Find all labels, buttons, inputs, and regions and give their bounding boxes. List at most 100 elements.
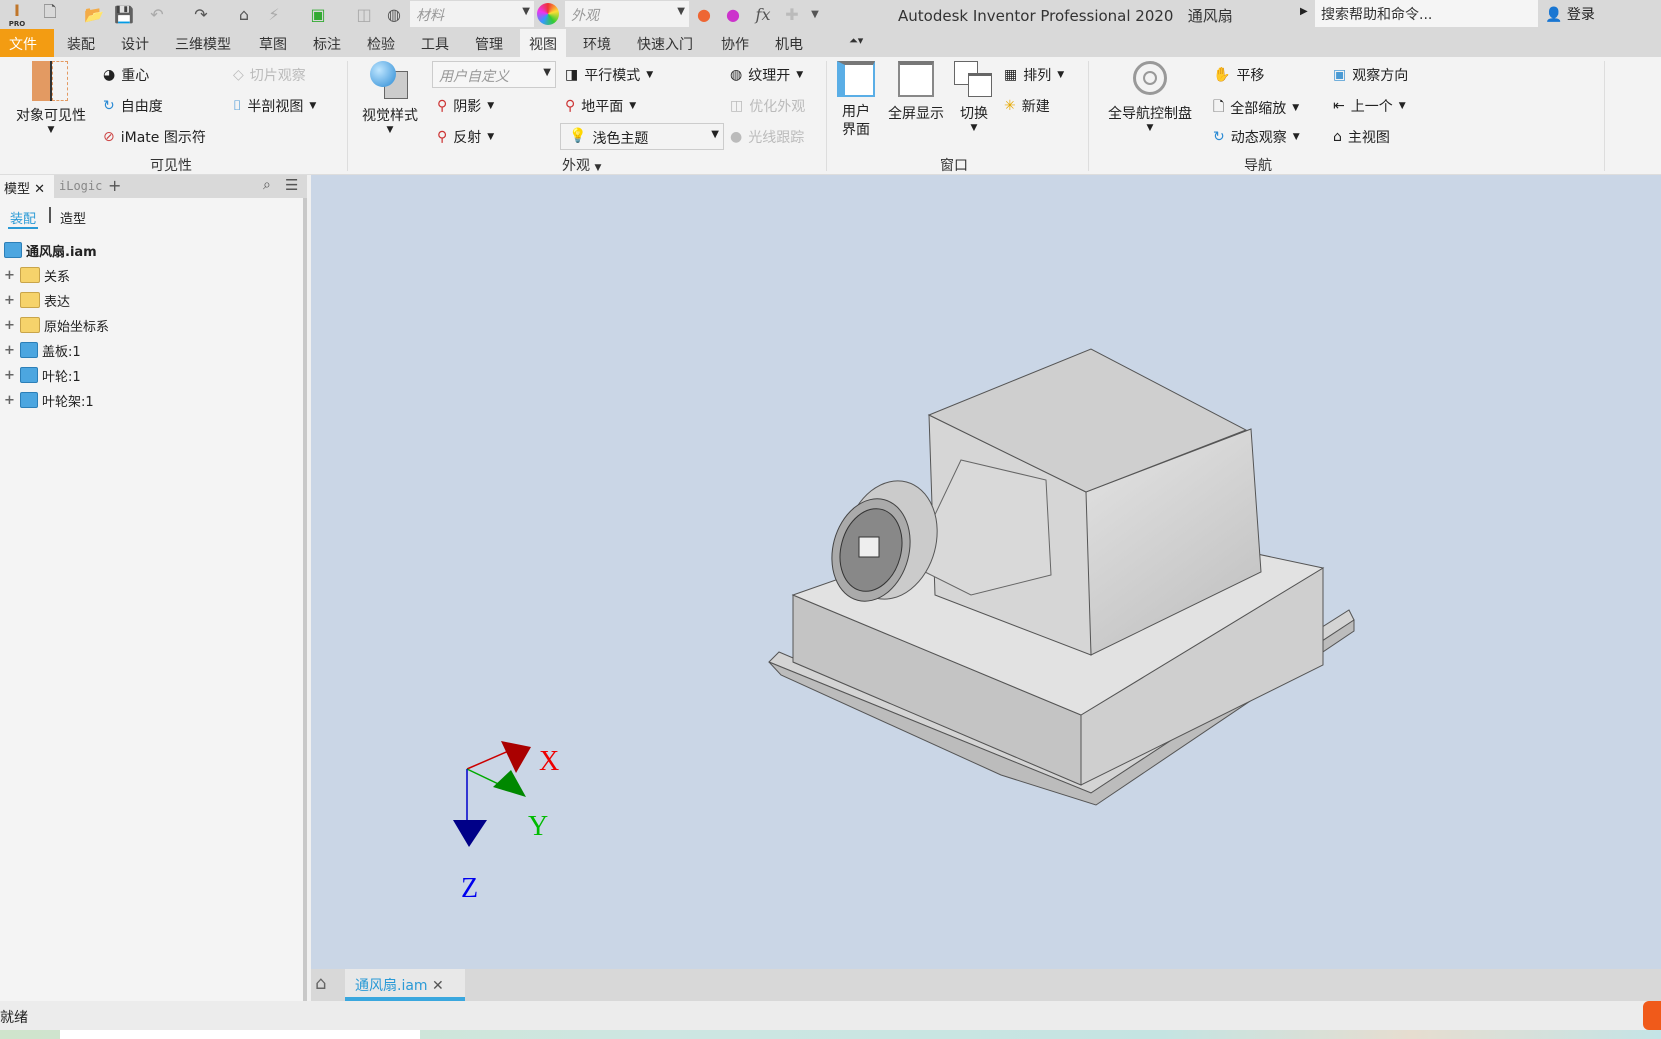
material-select[interactable]: 材料 ▼ [410,1,534,27]
panel-display-icon[interactable]: ⏶▾ [840,29,872,57]
tab-tools[interactable]: 工具 [412,29,458,57]
inventor-logo[interactable]: I PRO [6,1,28,28]
tab-inspect[interactable]: 检验 [358,29,404,57]
graphics-viewport[interactable]: X Y Z [311,175,1661,969]
tab-get-started[interactable]: 快速入门 [628,29,702,57]
tree-item[interactable]: + 叶轮架:1 [4,389,94,411]
group-navigate-label: 导航 [1244,158,1272,174]
tab-annotate[interactable]: 标注 [304,29,350,57]
full-navigation-wheel-button[interactable]: 全导航控制盘 ▼ [1100,61,1200,133]
new-window-button[interactable]: ✳ 新建 [1004,96,1050,116]
help-search-input[interactable]: 搜索帮助和命令... [1315,0,1538,27]
previous-view-button[interactable]: ⇤ 上一个 ▼ [1333,96,1406,116]
mode-assembly[interactable]: 装配 [8,208,39,229]
search-icon[interactable]: ⌕ [263,177,271,193]
tab-model[interactable]: 模型 ✕ [0,175,54,198]
home-tab-icon[interactable]: ⌂ [315,973,326,994]
save-icon[interactable]: 💾 [112,3,136,25]
tab-electromechanical[interactable]: 机电 [766,29,812,57]
tree-item[interactable]: + 叶轮:1 [4,364,81,386]
appearance-select[interactable]: 外观 ▼ [565,1,689,27]
z-axis-cone [453,820,487,847]
expand-icon[interactable]: + [4,268,16,283]
x-axis-cone [501,741,531,773]
fan-model[interactable]: X Y Z [311,175,1661,969]
slice-graphics-button[interactable]: ◇ 切片观察 [233,65,306,85]
theme-select[interactable]: 💡 浅色主题 ▼ [560,123,724,150]
ground-plane-button[interactable]: ⚲ 地平面 ▼ [565,96,636,116]
home-icon[interactable]: ⌂ [232,3,256,25]
fullscreen-button[interactable]: 全屏显示 [884,61,948,123]
browser-header: 模型 ✕ iLogic + ⌕ ☰ [0,175,307,198]
tree-item[interactable]: + 盖板:1 [4,339,81,361]
update-icon[interactable]: ⚡ [262,3,286,25]
new-icon[interactable]: 🗋 [38,2,62,25]
taskbar-window[interactable] [60,1030,420,1039]
add-tab-icon[interactable]: + [108,176,121,195]
folder-icon [20,267,40,283]
close-icon[interactable]: ✕ [432,978,444,994]
mode-modeling[interactable]: 造型 [60,208,86,227]
half-section-button[interactable]: ⌷ 半剖视图 ▼ [233,96,316,116]
fx-icon[interactable]: fx [750,3,776,25]
measure-icon[interactable]: ◫ [352,3,376,25]
imate-glyph-button[interactable]: ⊘ iMate 图示符 [103,127,206,147]
plus-icon[interactable]: ✚ [782,3,802,25]
tree-item[interactable]: + 原始坐标系 [4,314,109,336]
texture-button[interactable]: ◍ 纹理开 ▼ [730,65,803,85]
orbit-button[interactable]: ↻ 动态观察 ▼ [1213,127,1300,147]
parallel-icon: ◨ [565,67,579,83]
dof-button[interactable]: ↻ 自由度 [103,96,163,116]
x-axis-label: X [539,746,559,777]
optimize-appearance-button[interactable]: ◫ 优化外观 [730,96,805,116]
tab-design[interactable]: 设计 [112,29,158,57]
redo-icon[interactable]: ↷ [186,3,216,25]
shadows-button[interactable]: ⚲ 阴影 ▼ [437,96,494,116]
close-icon[interactable]: ✕ [34,182,45,197]
expand-icon[interactable]: + [4,318,16,333]
parallel-mode-button[interactable]: ◨ 平行模式 ▼ [565,65,653,85]
visual-style-select[interactable]: 用户自定义 ▼ [432,61,556,88]
group-visibility-label: 可见性 [150,158,192,174]
tab-manage[interactable]: 管理 [466,29,512,57]
tab-file[interactable]: 文件 [0,29,54,57]
clear-appearance-icon[interactable]: ● [721,3,745,25]
arrange-button[interactable]: ▦ 排列 ▼ [1004,65,1064,85]
ray-tracing-button[interactable]: ● 光线跟踪 [730,127,804,147]
tree-root[interactable]: 通风扇.iam [4,239,97,261]
expand-icon[interactable]: + [4,368,16,383]
zoom-all-button[interactable]: 🗋 全部缩放 ▼ [1213,96,1299,120]
visual-style-button[interactable]: 视觉样式 ▼ [355,61,425,135]
open-icon[interactable]: 📂 [82,3,106,25]
pan-button[interactable]: ✋ 平移 [1213,65,1264,85]
reflection-button[interactable]: ⚲ 反射 ▼ [437,127,494,147]
home-view-button[interactable]: ⌂ 主视图 [1333,127,1390,147]
menu-icon[interactable]: ☰ [285,176,298,194]
switch-window-button[interactable]: 切换 ▼ [952,61,996,133]
tree-item[interactable]: + 关系 [4,264,70,286]
login-button[interactable]: 👤 登录 [1545,4,1595,24]
tree-item[interactable]: + 表达 [4,289,70,311]
tab-3d-model[interactable]: 三维模型 [166,29,240,57]
expand-icon[interactable]: + [4,393,16,408]
adjust-appearance-icon[interactable]: ● [692,3,716,25]
object-visibility-button[interactable]: 对象可见性 ▼ [8,61,94,135]
user-interface-button[interactable]: 用户 界面 [834,61,878,139]
expand-icon[interactable]: + [4,293,16,308]
expand-arrow-icon[interactable]: ▶ [1300,6,1308,17]
tab-collaborate[interactable]: 协作 [712,29,758,57]
tab-environments[interactable]: 环境 [574,29,620,57]
tab-view[interactable]: 视图 [520,29,566,57]
tab-ilogic[interactable]: iLogic [59,179,102,193]
customize-icon[interactable]: ▼ [808,3,822,25]
expand-icon[interactable]: + [4,343,16,358]
center-of-gravity-button[interactable]: ◕ 重心 [103,65,149,85]
tab-assemble[interactable]: 装配 [58,29,104,57]
select-icon[interactable]: ▣ [306,3,330,25]
group-appearance-label[interactable]: 外观 ▼ [562,155,601,175]
ime-icon[interactable] [1643,1001,1661,1030]
undo-icon[interactable]: ↶ [142,3,172,25]
tab-sketch[interactable]: 草图 [250,29,296,57]
doc-tab[interactable]: 通风扇.iam ✕ [345,969,465,1001]
look-at-button[interactable]: ▣ 观察方向 [1333,65,1408,85]
